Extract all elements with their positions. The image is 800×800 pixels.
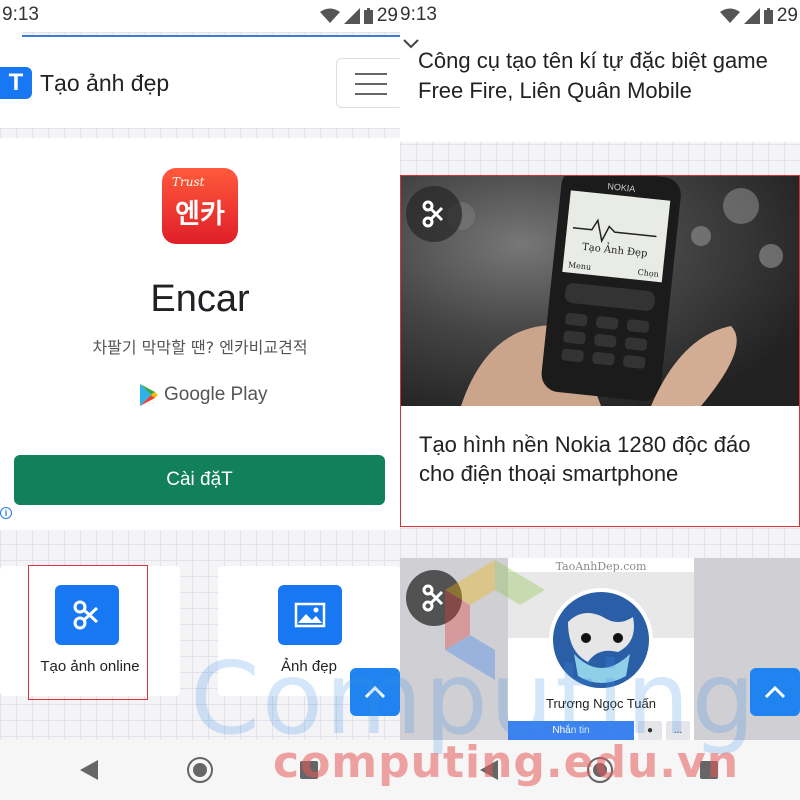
battery-icon xyxy=(763,8,773,24)
ad-info-icon[interactable]: i xyxy=(0,507,12,519)
app-icon-script: Trust xyxy=(172,175,205,189)
chevron-up-icon xyxy=(764,685,786,699)
status-time: 9:13 xyxy=(400,4,437,25)
site-header: T Tạo ảnh đẹp xyxy=(0,37,400,129)
app-icon[interactable]: Trust 엔카 xyxy=(162,168,238,244)
scissors-icon xyxy=(422,200,444,228)
home-icon[interactable] xyxy=(187,757,213,783)
signal-icon xyxy=(743,8,760,24)
app-install-ad[interactable]: Trust 엔카 Encar 차팔기 막막할 땐? 엔카비교견적 Google … xyxy=(0,138,400,530)
status-bar: 9:13 29 xyxy=(400,0,800,32)
app-name: Encar xyxy=(150,278,250,320)
status-time: 9:13 xyxy=(2,4,39,25)
screenshot-composite: 9:13 29 T Tạo ảnh đẹp Trust 엔카 Encar 차팔기… xyxy=(0,0,800,800)
menu-icon-line xyxy=(355,73,387,75)
signal-icon xyxy=(343,8,360,24)
watermark-url: computing.edu.vn xyxy=(273,737,740,788)
store-name: Google Play xyxy=(164,384,268,405)
app-icon-name: 엔카 xyxy=(175,199,225,230)
previous-post-card[interactable]: Công cụ tạo tên kí tự đặc biệt game Free… xyxy=(400,32,800,142)
menu-icon-line xyxy=(355,93,387,95)
google-play-icon xyxy=(140,384,158,406)
site-title[interactable]: Tạo ảnh đẹp xyxy=(40,70,169,97)
chevron-down-icon xyxy=(403,39,419,49)
category-icon-box xyxy=(278,585,342,645)
battery-percent: 29 xyxy=(776,5,798,26)
battery-icon xyxy=(363,8,373,24)
image-icon xyxy=(294,602,326,628)
scroll-to-top-button[interactable] xyxy=(750,668,800,716)
battery-percent: 29 xyxy=(376,5,398,26)
site-logo[interactable]: T xyxy=(0,67,32,99)
google-play-badge: Google Play xyxy=(140,384,268,406)
menu-icon-line xyxy=(355,83,387,85)
post-title[interactable]: Tạo hình nền Nokia 1280 độc đáo cho điện… xyxy=(419,430,789,488)
wifi-icon xyxy=(319,8,340,23)
status-icons: 29 xyxy=(719,5,798,27)
app-subtitle: 차팔기 막막할 땐? 엔카비교견적 xyxy=(92,338,308,357)
hamburger-menu-button[interactable] xyxy=(336,58,400,108)
post-title[interactable]: Công cụ tạo tên kí tự đặc biệt game Free… xyxy=(418,46,798,106)
tool-badge xyxy=(406,186,462,242)
highlight-box xyxy=(28,565,148,700)
wifi-icon xyxy=(719,8,740,23)
collapse-toggle[interactable] xyxy=(400,32,422,58)
status-bar: 9:13 29 xyxy=(0,0,400,32)
status-icons: 29 xyxy=(319,5,398,27)
back-icon[interactable] xyxy=(80,760,98,780)
install-button[interactable]: Cài đặT xyxy=(14,455,385,505)
